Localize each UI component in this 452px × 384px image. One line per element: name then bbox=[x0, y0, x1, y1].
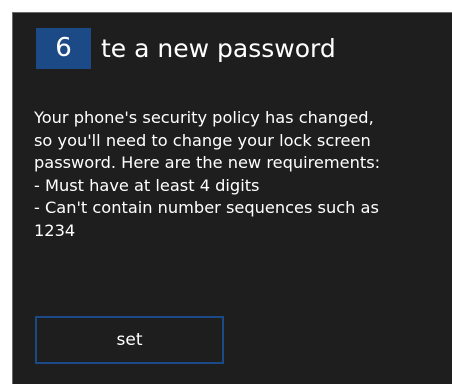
password-policy-screen: 6 te a new password Your phone's securit… bbox=[12, 12, 452, 384]
set-button[interactable]: set bbox=[35, 316, 224, 364]
policy-message: Your phone's security policy has changed… bbox=[34, 107, 444, 242]
step-number-badge: 6 bbox=[36, 28, 91, 69]
message-line: so you'll need to change your lock scree… bbox=[34, 130, 371, 150]
message-line: Your phone's security policy has changed… bbox=[34, 108, 374, 127]
requirement-digits: - Must have at least 4 digits bbox=[34, 175, 260, 195]
message-line: password. Here are the new requirements: bbox=[34, 153, 381, 172]
requirement-sequences: - Can't contain number sequences such as bbox=[34, 198, 379, 217]
page-title: te a new password bbox=[101, 34, 336, 63]
message-line: 1234 bbox=[34, 220, 76, 240]
